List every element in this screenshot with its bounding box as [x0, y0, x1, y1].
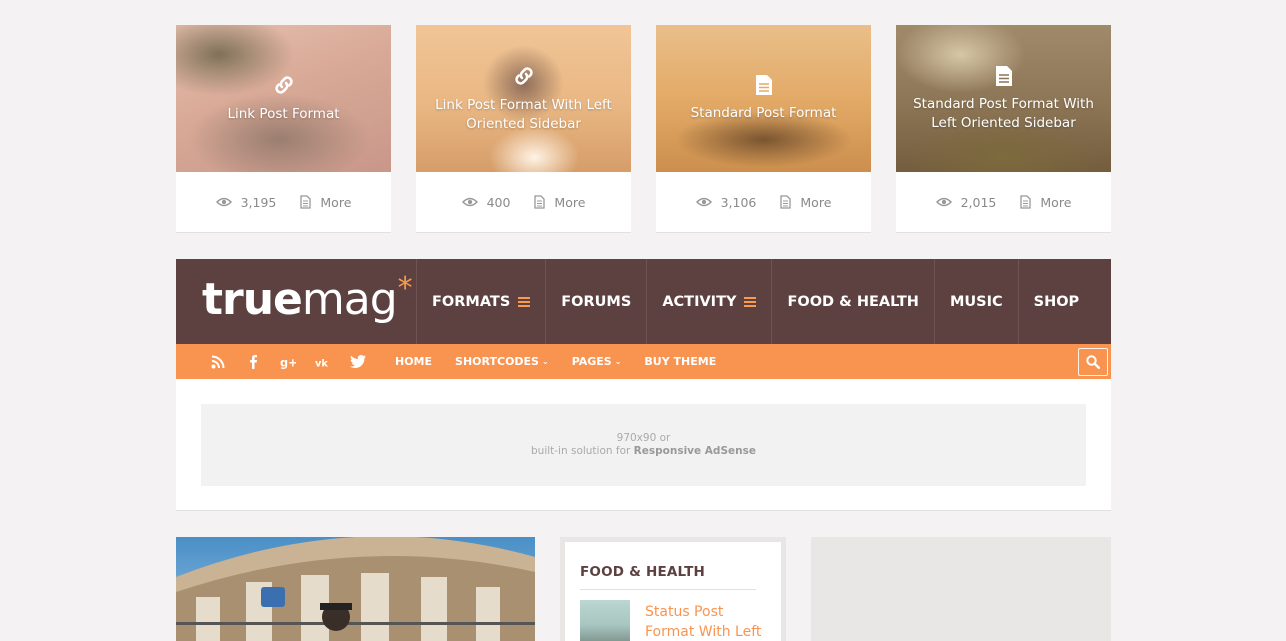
- secondary-bar: g+ vk HOME SHORTCODES ⌄ PAGES ⌄ BUY THEME: [176, 344, 1111, 379]
- chevron-down-icon: ⌄: [541, 357, 549, 366]
- widget-post-link[interactable]: Status Post Format With Left: [645, 602, 770, 641]
- nav-item-activity[interactable]: ACTIVITY: [646, 259, 771, 344]
- menu-icon: [744, 296, 757, 307]
- menu-icon: [518, 296, 531, 307]
- widget-post-thumbnail[interactable]: [580, 600, 630, 641]
- eye-icon: [215, 197, 232, 207]
- nav-item-food-health[interactable]: FOOD & HEALTH: [771, 259, 933, 344]
- featured-photo-graphic: [176, 537, 535, 641]
- post-title[interactable]: Link Post Format: [227, 105, 339, 124]
- views-count: 3,106: [695, 195, 756, 210]
- post-card[interactable]: Link Post Format 3,195 More: [176, 25, 391, 233]
- more-link[interactable]: More: [780, 195, 831, 210]
- eye-icon: [935, 197, 952, 207]
- facebook-icon[interactable]: [245, 354, 261, 369]
- document-icon: [755, 75, 772, 95]
- ad-banner[interactable]: 970x90 or built-in solution for Responsi…: [201, 404, 1086, 486]
- views-count: 3,195: [215, 195, 276, 210]
- site-header: truemag* FORMATS FORUMS ACTIVITY FOOD & …: [176, 259, 1111, 344]
- post-card[interactable]: Link Post Format With Left Oriented Side…: [416, 25, 631, 233]
- svg-text:vk: vk: [315, 358, 328, 368]
- document-icon: [534, 195, 546, 209]
- search-icon: [1086, 355, 1100, 369]
- widget-title: FOOD & HEALTH: [580, 564, 705, 580]
- social-links: g+ vk: [210, 344, 366, 379]
- post-thumbnail[interactable]: Link Post Format: [176, 25, 391, 172]
- post-title[interactable]: Standard Post Format: [691, 104, 837, 123]
- subnav-pages[interactable]: PAGES ⌄: [572, 355, 622, 368]
- rss-icon[interactable]: [210, 355, 226, 369]
- google-plus-icon[interactable]: g+: [280, 355, 296, 369]
- eye-icon: [695, 197, 712, 207]
- views-count: 2,015: [935, 195, 996, 210]
- nav-item-shop[interactable]: SHOP: [1017, 259, 1095, 344]
- views-count: 400: [461, 195, 510, 210]
- food-health-widget: FOOD & HEALTH Status Post Format With Le…: [560, 537, 786, 641]
- ad-size-text: 970x90 or: [616, 432, 671, 444]
- document-icon: [1020, 195, 1032, 209]
- link-icon: [514, 66, 533, 85]
- chevron-down-icon: ⌄: [614, 357, 622, 366]
- document-icon: [300, 195, 312, 209]
- search-button[interactable]: [1078, 348, 1108, 376]
- nav-item-forums[interactable]: FORUMS: [545, 259, 646, 344]
- more-link[interactable]: More: [1020, 195, 1071, 210]
- nav-item-formats[interactable]: FORMATS: [416, 259, 545, 344]
- subnav-shortcodes[interactable]: SHORTCODES ⌄: [455, 355, 549, 368]
- link-icon: [274, 76, 293, 94]
- secondary-nav: HOME SHORTCODES ⌄ PAGES ⌄ BUY THEME: [395, 344, 716, 379]
- nav-item-music[interactable]: MUSIC: [933, 259, 1018, 344]
- main-nav: FORMATS FORUMS ACTIVITY FOOD & HEALTH MU…: [416, 259, 1094, 344]
- post-thumbnail[interactable]: Link Post Format With Left Oriented Side…: [416, 25, 631, 172]
- post-thumbnail[interactable]: Standard Post Format With Left Oriented …: [896, 25, 1111, 172]
- post-thumbnail[interactable]: Standard Post Format: [656, 25, 871, 172]
- post-card[interactable]: Standard Post Format With Left Oriented …: [896, 25, 1111, 233]
- post-title[interactable]: Link Post Format With Left Oriented Side…: [430, 96, 617, 134]
- document-icon: [995, 65, 1012, 86]
- document-icon: [780, 195, 792, 209]
- ad-section: 970x90 or built-in solution for Responsi…: [176, 379, 1111, 511]
- featured-image[interactable]: [176, 537, 535, 641]
- twitter-icon[interactable]: [350, 355, 366, 368]
- site-logo[interactable]: truemag*: [202, 271, 413, 330]
- eye-icon: [461, 197, 478, 207]
- subnav-home[interactable]: HOME: [395, 355, 432, 368]
- more-link[interactable]: More: [300, 195, 351, 210]
- svg-text:g+: g+: [280, 356, 296, 368]
- vk-icon[interactable]: vk: [315, 356, 331, 368]
- ad-solution-text: built-in solution for Responsive AdSense: [531, 445, 756, 457]
- subnav-buy-theme[interactable]: BUY THEME: [644, 355, 716, 368]
- more-link[interactable]: More: [534, 195, 585, 210]
- post-title[interactable]: Standard Post Format With Left Oriented …: [910, 95, 1097, 133]
- post-card[interactable]: Standard Post Format 3,106 More: [656, 25, 871, 233]
- sidebar-placeholder: [811, 537, 1111, 641]
